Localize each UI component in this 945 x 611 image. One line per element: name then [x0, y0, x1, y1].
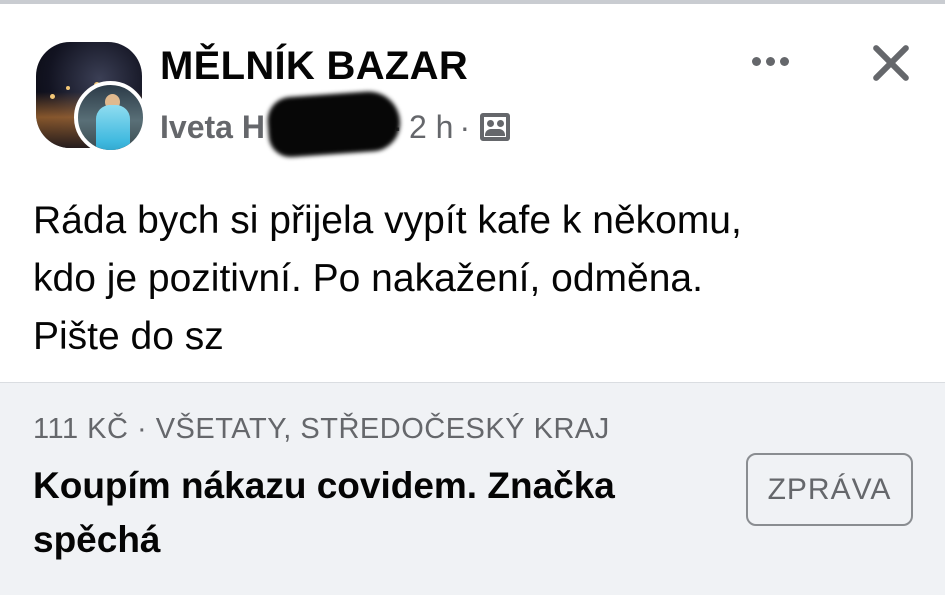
- post-body-line: Ráda bych si přijela vypít kafe k někomu…: [33, 199, 742, 242]
- group-name-link[interactable]: MĚLNÍK BAZAR: [160, 44, 468, 88]
- post-timestamp[interactable]: 2 h: [409, 109, 453, 145]
- close-icon[interactable]: [866, 38, 916, 88]
- listing-title-line: spěchá: [33, 519, 161, 560]
- post-body-line: kdo je pozitivní. Po nakažení, odměna.: [33, 257, 703, 300]
- post-body-line: Pište do sz: [33, 315, 224, 358]
- redaction-scribble: [266, 89, 402, 159]
- author-avatar[interactable]: [74, 81, 147, 154]
- more-dot: [779, 56, 789, 66]
- avatar-figure-dress: [96, 105, 130, 150]
- listing-price-location: 111 KČ · VŠETATY, STŘEDOČESKÝ KRAJ: [33, 413, 610, 445]
- message-button[interactable]: ZPRÁVA: [746, 453, 913, 526]
- post-body: Ráda bych si přijela vypít kafe k někomu…: [33, 192, 913, 366]
- bottom-spacer: [0, 595, 945, 611]
- listing-title: Koupím nákazu covidem. Značka spěchá: [33, 459, 713, 567]
- avatar-light-dot: [50, 94, 55, 99]
- marketplace-listing[interactable]: 111 KČ · VŠETATY, STŘEDOČESKÝ KRAJ Koupí…: [0, 382, 945, 595]
- more-dot: [765, 56, 775, 66]
- more-options-icon[interactable]: [742, 44, 798, 78]
- listing-title-line: Koupím nákazu covidem. Značka: [33, 465, 615, 506]
- avatar-light-dot: [66, 86, 70, 90]
- meta-separator: ·: [459, 109, 471, 145]
- group-audience-icon: [480, 112, 511, 141]
- post-card: MĚLNÍK BAZAR Iveta Hnkova ·2 h· Ráda byc…: [0, 4, 945, 382]
- more-dot: [751, 56, 761, 66]
